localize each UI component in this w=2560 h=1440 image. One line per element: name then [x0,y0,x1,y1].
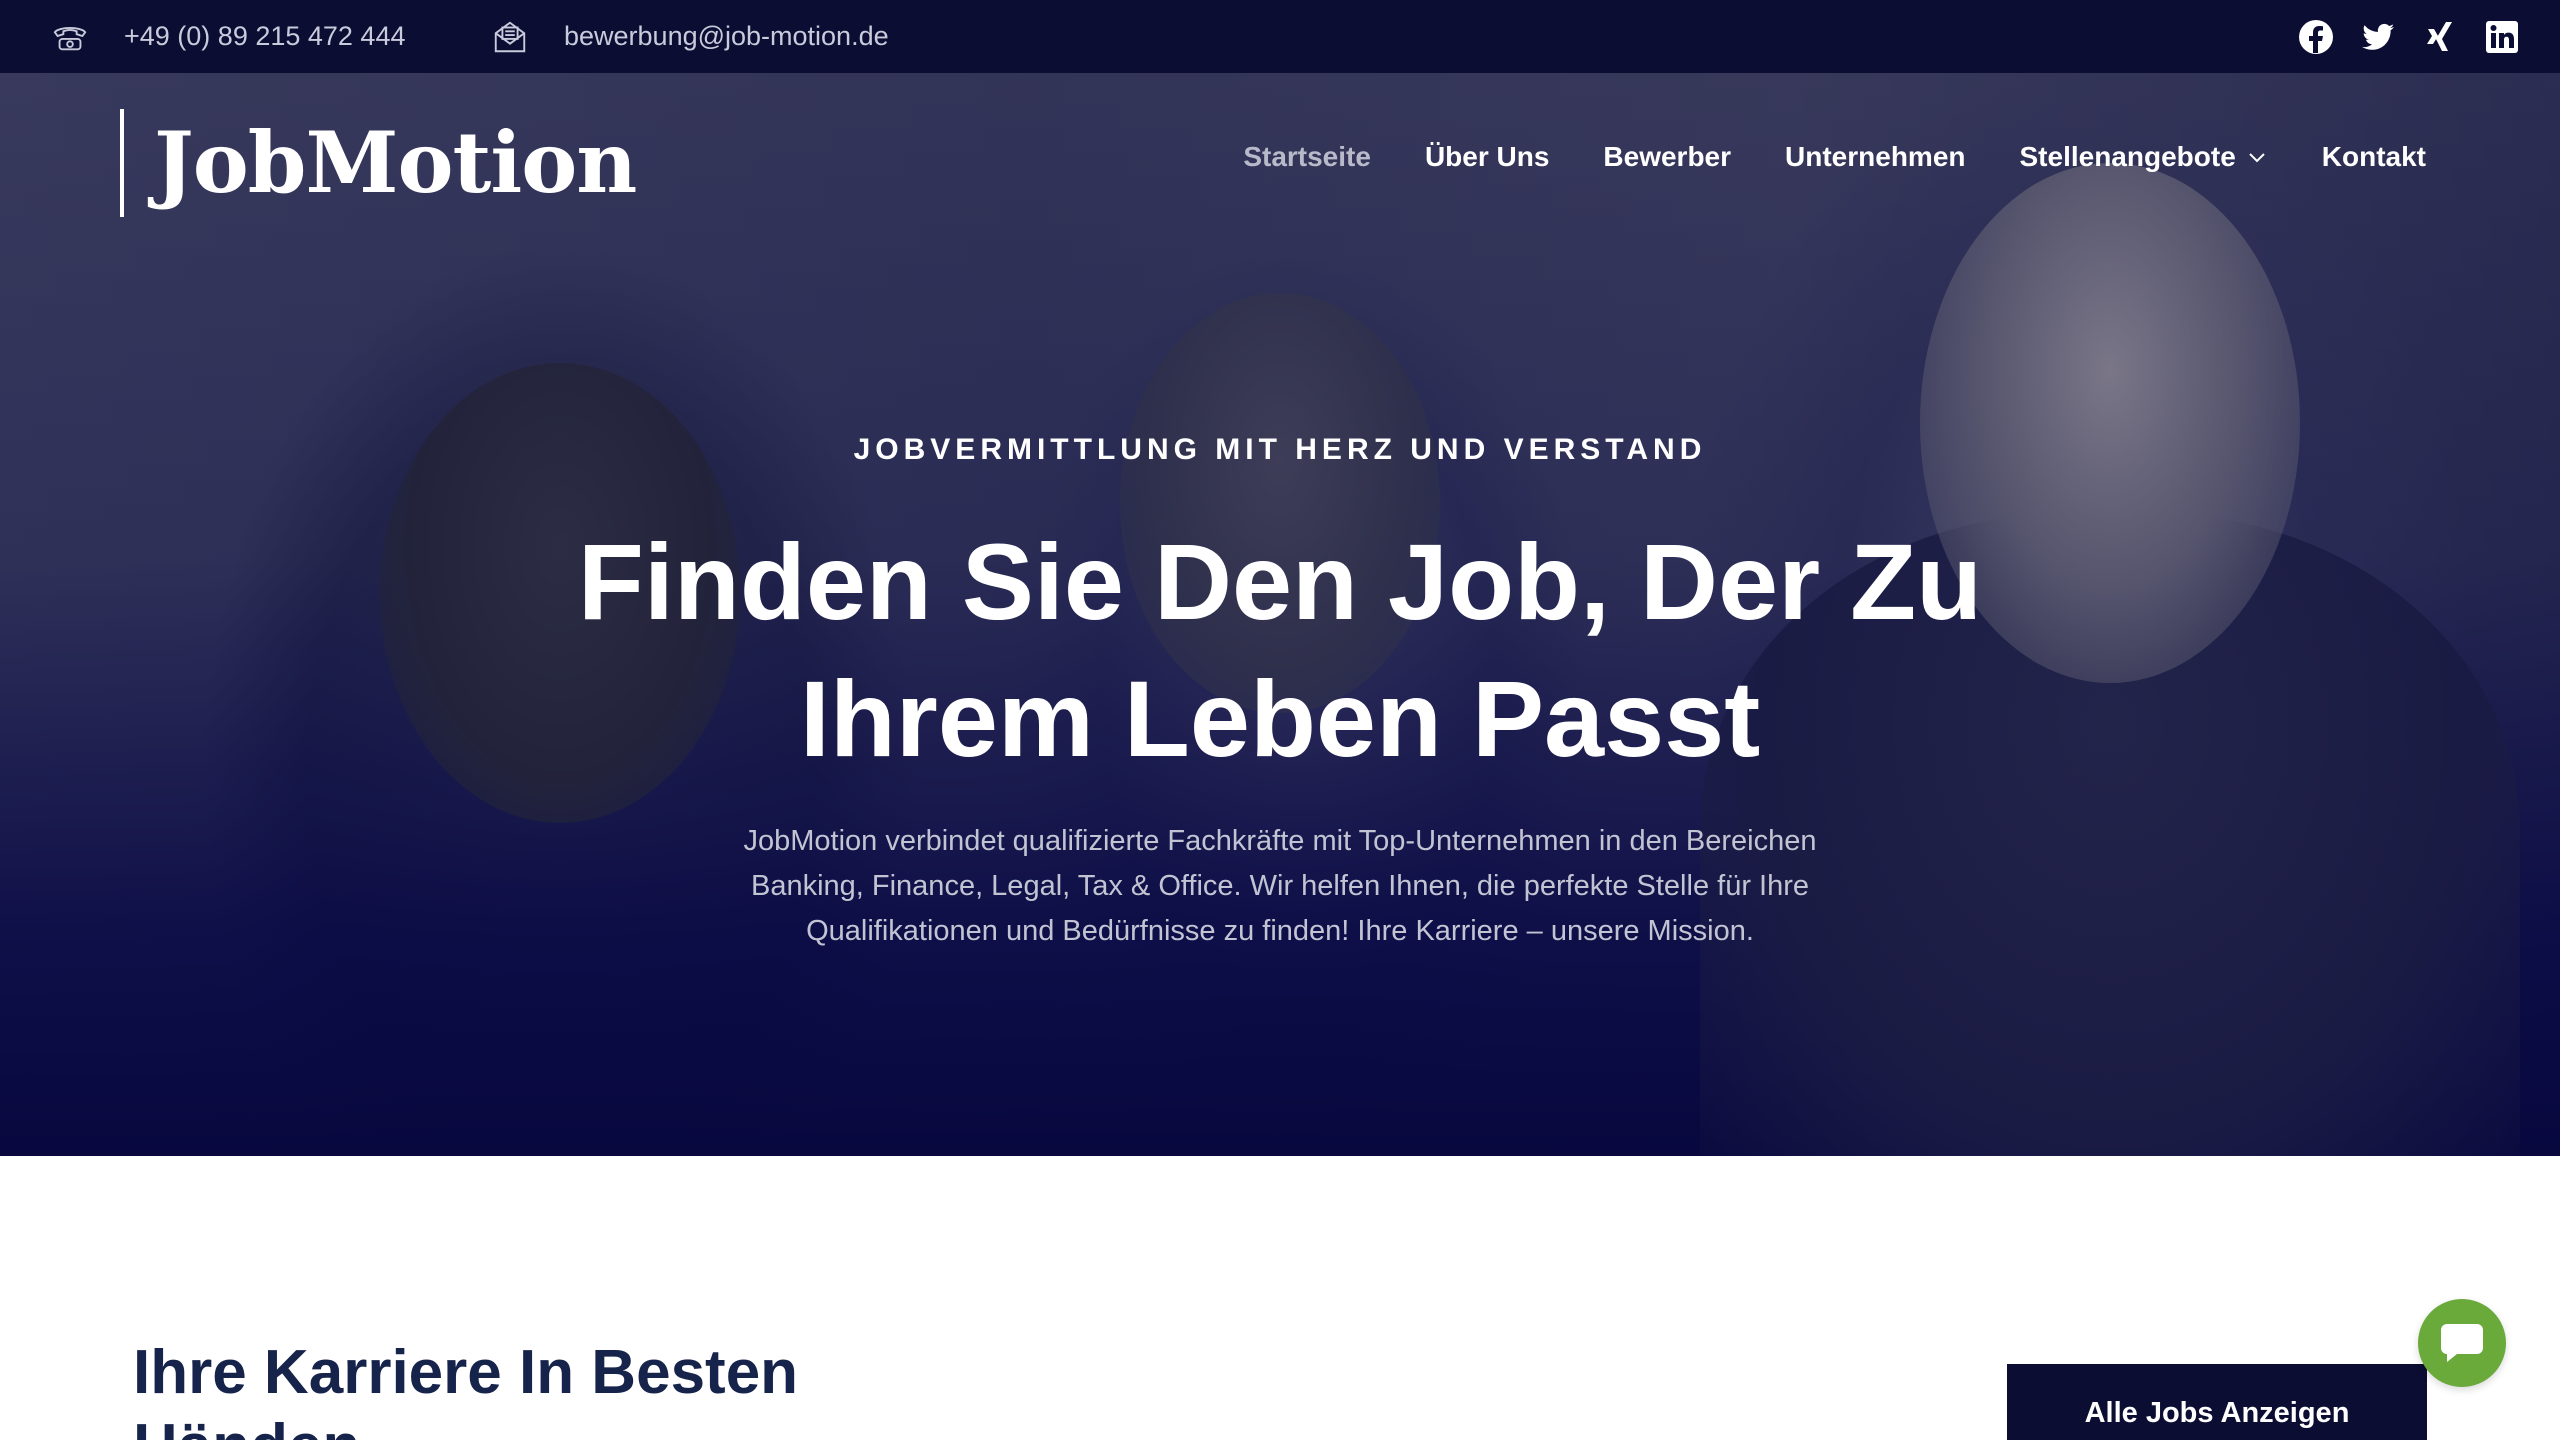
twitter-icon[interactable] [2360,19,2396,55]
chat-button[interactable] [2418,1299,2506,1387]
phone-number[interactable]: +49 (0) 89 215 472 444 [124,21,405,52]
main-navigation: Startseite Über Uns Bewerber Unternehmen… [1189,141,2426,173]
chat-bubble-icon [2441,1324,2483,1362]
email-address[interactable]: bewerbung@job-motion.de [564,21,889,52]
logo-text: JobMotion [154,113,637,212]
hero-lead-line-3: Qualifikationen und Bedürfnisse zu finde… [806,915,1754,947]
xing-icon[interactable] [2422,19,2458,55]
hero-eyebrow: JOBVERMITTLUNG MIT HERZ UND VERSTAND [853,433,1707,466]
nav-bewerber[interactable]: Bewerber [1603,141,1731,173]
linkedin-icon[interactable] [2484,19,2520,55]
phone-contact[interactable]: +49 (0) 89 215 472 444 [50,0,405,73]
hero-headline-line-1: Finden Sie Den Job, Der Zu [577,521,1983,642]
hero-headline: Finden Sie Den Job, Der Zu Ihrem Leben P… [380,513,2180,787]
nav-stellenangebote-label: Stellenangebote [2019,141,2236,172]
hero-lead-text: JobMotion verbindet qualifizierte Fachkr… [680,819,1880,954]
nav-unternehmen[interactable]: Unternehmen [1785,141,1965,173]
facebook-icon[interactable] [2298,19,2334,55]
social-links [2298,0,2520,73]
hero-section: JobMotion Startseite Über Uns Bewerber U… [0,73,2560,1156]
nav-kontakt[interactable]: Kontakt [2322,141,2426,173]
section-title: Ihre Karriere In Besten Händen [133,1338,799,1440]
hero-headline-line-2: Ihrem Leben Passt [799,658,1761,779]
hero-lead-line-2: Banking, Finance, Legal, Tax & Office. W… [750,870,1810,902]
nav-stellenangebote[interactable]: Stellenangebote [2020,141,2268,173]
top-bar: +49 (0) 89 215 472 444 bewerbung@job-mot… [0,0,2560,73]
hero-lead-line-1: JobMotion verbindet qualifizierte Fachkr… [743,825,1817,857]
mail-icon [490,17,530,57]
site-logo[interactable]: JobMotion [120,109,637,217]
email-contact[interactable]: bewerbung@job-motion.de [490,0,889,73]
all-jobs-button[interactable]: Alle Jobs Anzeigen [2007,1364,2427,1440]
nav-startseite[interactable]: Startseite [1243,141,1371,173]
nav-ueber-uns[interactable]: Über Uns [1425,141,1549,173]
chevron-down-icon [2249,153,2265,163]
phone-icon [50,17,90,57]
